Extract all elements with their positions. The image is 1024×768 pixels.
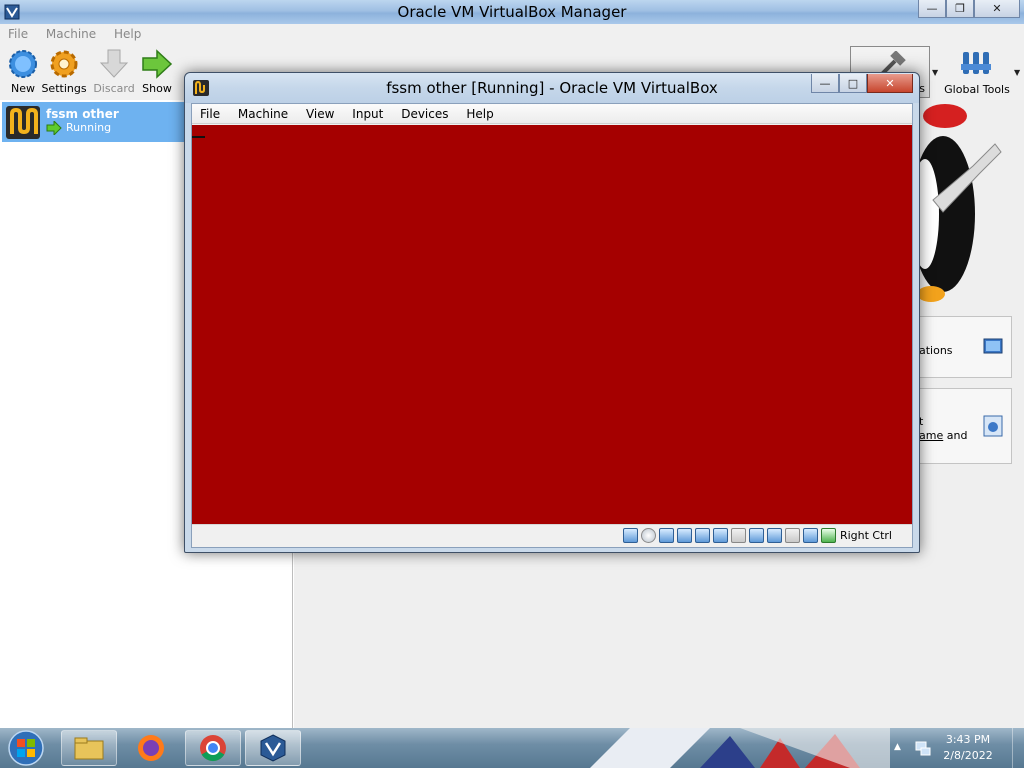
gear-icon xyxy=(50,50,78,78)
taskbar: ▲ 3:43 PM 2/8/2022 xyxy=(0,728,1024,768)
shared-folder-icon[interactable] xyxy=(731,528,746,543)
tool-card-link: ame and xyxy=(919,429,967,442)
running-arrow-icon xyxy=(46,121,62,135)
settings-label: Settings xyxy=(41,82,87,95)
taskbar-virtualbox-button[interactable] xyxy=(245,730,301,766)
keyboard-icon[interactable] xyxy=(821,528,836,543)
clock-date[interactable]: 2/8/2022 xyxy=(940,749,996,762)
show-desktop-button[interactable] xyxy=(1012,728,1024,768)
vm-menu-machine[interactable]: Machine xyxy=(230,104,294,121)
global-tools-icon xyxy=(961,52,991,74)
taskbar-explorer-button[interactable] xyxy=(61,730,117,766)
minimize-button[interactable]: — xyxy=(918,0,946,18)
show-label: Show xyxy=(142,82,172,95)
new-button[interactable]: New xyxy=(0,48,46,100)
machine-tools-dropdown-icon[interactable]: ▼ xyxy=(932,68,938,77)
wallpaper-image xyxy=(590,728,890,768)
vm-menu-input[interactable]: Input xyxy=(344,104,389,121)
vm-display[interactable] xyxy=(192,125,912,524)
system-tray: ▲ 3:43 PM 2/8/2022 xyxy=(890,728,1024,768)
network-icon[interactable] xyxy=(695,528,710,543)
network-tray-icon[interactable] xyxy=(914,739,932,757)
clock-time[interactable]: 3:43 PM xyxy=(940,733,996,746)
firefox-icon xyxy=(138,735,164,761)
maximize-icon: □ xyxy=(847,76,859,90)
virtualbox-icon xyxy=(260,734,286,762)
menu-machine[interactable]: Machine xyxy=(38,24,102,41)
windows-logo-icon xyxy=(8,730,44,766)
vm-menu-help[interactable]: Help xyxy=(458,104,499,121)
vm-titlebar[interactable]: fssm other [Running] - Oracle VM Virtual… xyxy=(185,73,919,103)
display-icon[interactable] xyxy=(749,528,764,543)
vm-maximize-button[interactable]: □ xyxy=(839,74,867,93)
hard-disk-icon[interactable] xyxy=(623,528,638,543)
audio-icon[interactable] xyxy=(677,528,692,543)
vm-menu-view[interactable]: View xyxy=(298,104,340,121)
vm-status: Running xyxy=(66,121,112,134)
discard-arrow-icon xyxy=(99,49,129,78)
tool-card-text: ations xyxy=(919,344,953,357)
global-tools-label: Global Tools xyxy=(944,83,1010,96)
vm-name: fssm other xyxy=(46,107,119,121)
tool-card-tail: and xyxy=(943,429,968,442)
global-tools-button[interactable]: Global Tools xyxy=(944,48,1010,100)
vm-window[interactable]: fssm other [Running] - Oracle VM Virtual… xyxy=(184,72,920,553)
host-key-label: Right Ctrl xyxy=(839,529,892,542)
cpu-icon[interactable] xyxy=(785,528,800,543)
show-arrow-icon xyxy=(142,49,173,79)
menu-file[interactable]: File xyxy=(0,24,34,41)
manager-title: Oracle VM VirtualBox Manager xyxy=(397,3,627,21)
restore-button[interactable]: ❐ xyxy=(946,0,974,18)
close-icon: ✕ xyxy=(992,2,1002,15)
usb-icon[interactable] xyxy=(713,528,728,543)
minimize-icon: — xyxy=(819,76,831,90)
manager-menubar: File Machine Help xyxy=(0,24,1024,44)
minimize-icon: — xyxy=(926,2,938,15)
discard-label: Discard xyxy=(93,82,135,95)
show-button[interactable]: Show xyxy=(134,48,180,100)
settings-button[interactable]: Settings xyxy=(41,48,87,100)
floppy-icon[interactable] xyxy=(659,528,674,543)
explorer-icon xyxy=(74,737,104,760)
monitor-icon xyxy=(983,338,1003,354)
restore-icon: ❐ xyxy=(955,2,965,15)
vm-menubar: File Machine View Input Devices Help xyxy=(192,104,912,124)
text-cursor xyxy=(192,136,205,138)
close-button[interactable]: ✕ xyxy=(974,0,1020,18)
manager-titlebar[interactable]: Oracle VM VirtualBox Manager — ❐ ✕ xyxy=(0,0,1024,24)
vm-client-area: File Machine View Input Devices Help Rig… xyxy=(191,103,913,548)
media-icon xyxy=(983,415,1003,437)
machine-tools-label-tail: s xyxy=(919,82,925,95)
show-hidden-icons-button[interactable]: ▲ xyxy=(894,742,901,752)
vm-menu-devices[interactable]: Devices xyxy=(393,104,454,121)
menu-help[interactable]: Help xyxy=(106,24,147,41)
start-button[interactable] xyxy=(3,729,49,767)
new-icon xyxy=(9,50,37,78)
optical-drive-icon[interactable] xyxy=(641,528,656,543)
virtualbox-mascot-image xyxy=(913,104,1002,302)
chrome-icon xyxy=(200,735,226,762)
global-tools-card[interactable]: t ame and xyxy=(918,388,1012,464)
vm-os-icon xyxy=(6,106,40,139)
vm-menu-file[interactable]: File xyxy=(192,104,226,121)
global-tools-dropdown-icon[interactable]: ▼ xyxy=(1014,68,1020,77)
vm-minimize-button[interactable]: — xyxy=(811,74,839,93)
taskbar-firefox-button[interactable] xyxy=(123,730,179,766)
mouse-integration-icon[interactable] xyxy=(803,528,818,543)
close-icon: ✕ xyxy=(885,76,895,90)
vm-close-button[interactable]: ✕ xyxy=(867,74,913,93)
new-label: New xyxy=(11,82,35,95)
vm-statusbar: Right Ctrl xyxy=(192,524,912,547)
machine-tools-card[interactable]: ations xyxy=(918,316,1012,378)
tool-card-link-text[interactable]: ame xyxy=(919,429,943,442)
taskbar-chrome-button[interactable] xyxy=(185,730,241,766)
discard-button[interactable]: Discard xyxy=(91,48,137,100)
vm-window-title: fssm other [Running] - Oracle VM Virtual… xyxy=(386,79,718,97)
recording-icon[interactable] xyxy=(767,528,782,543)
